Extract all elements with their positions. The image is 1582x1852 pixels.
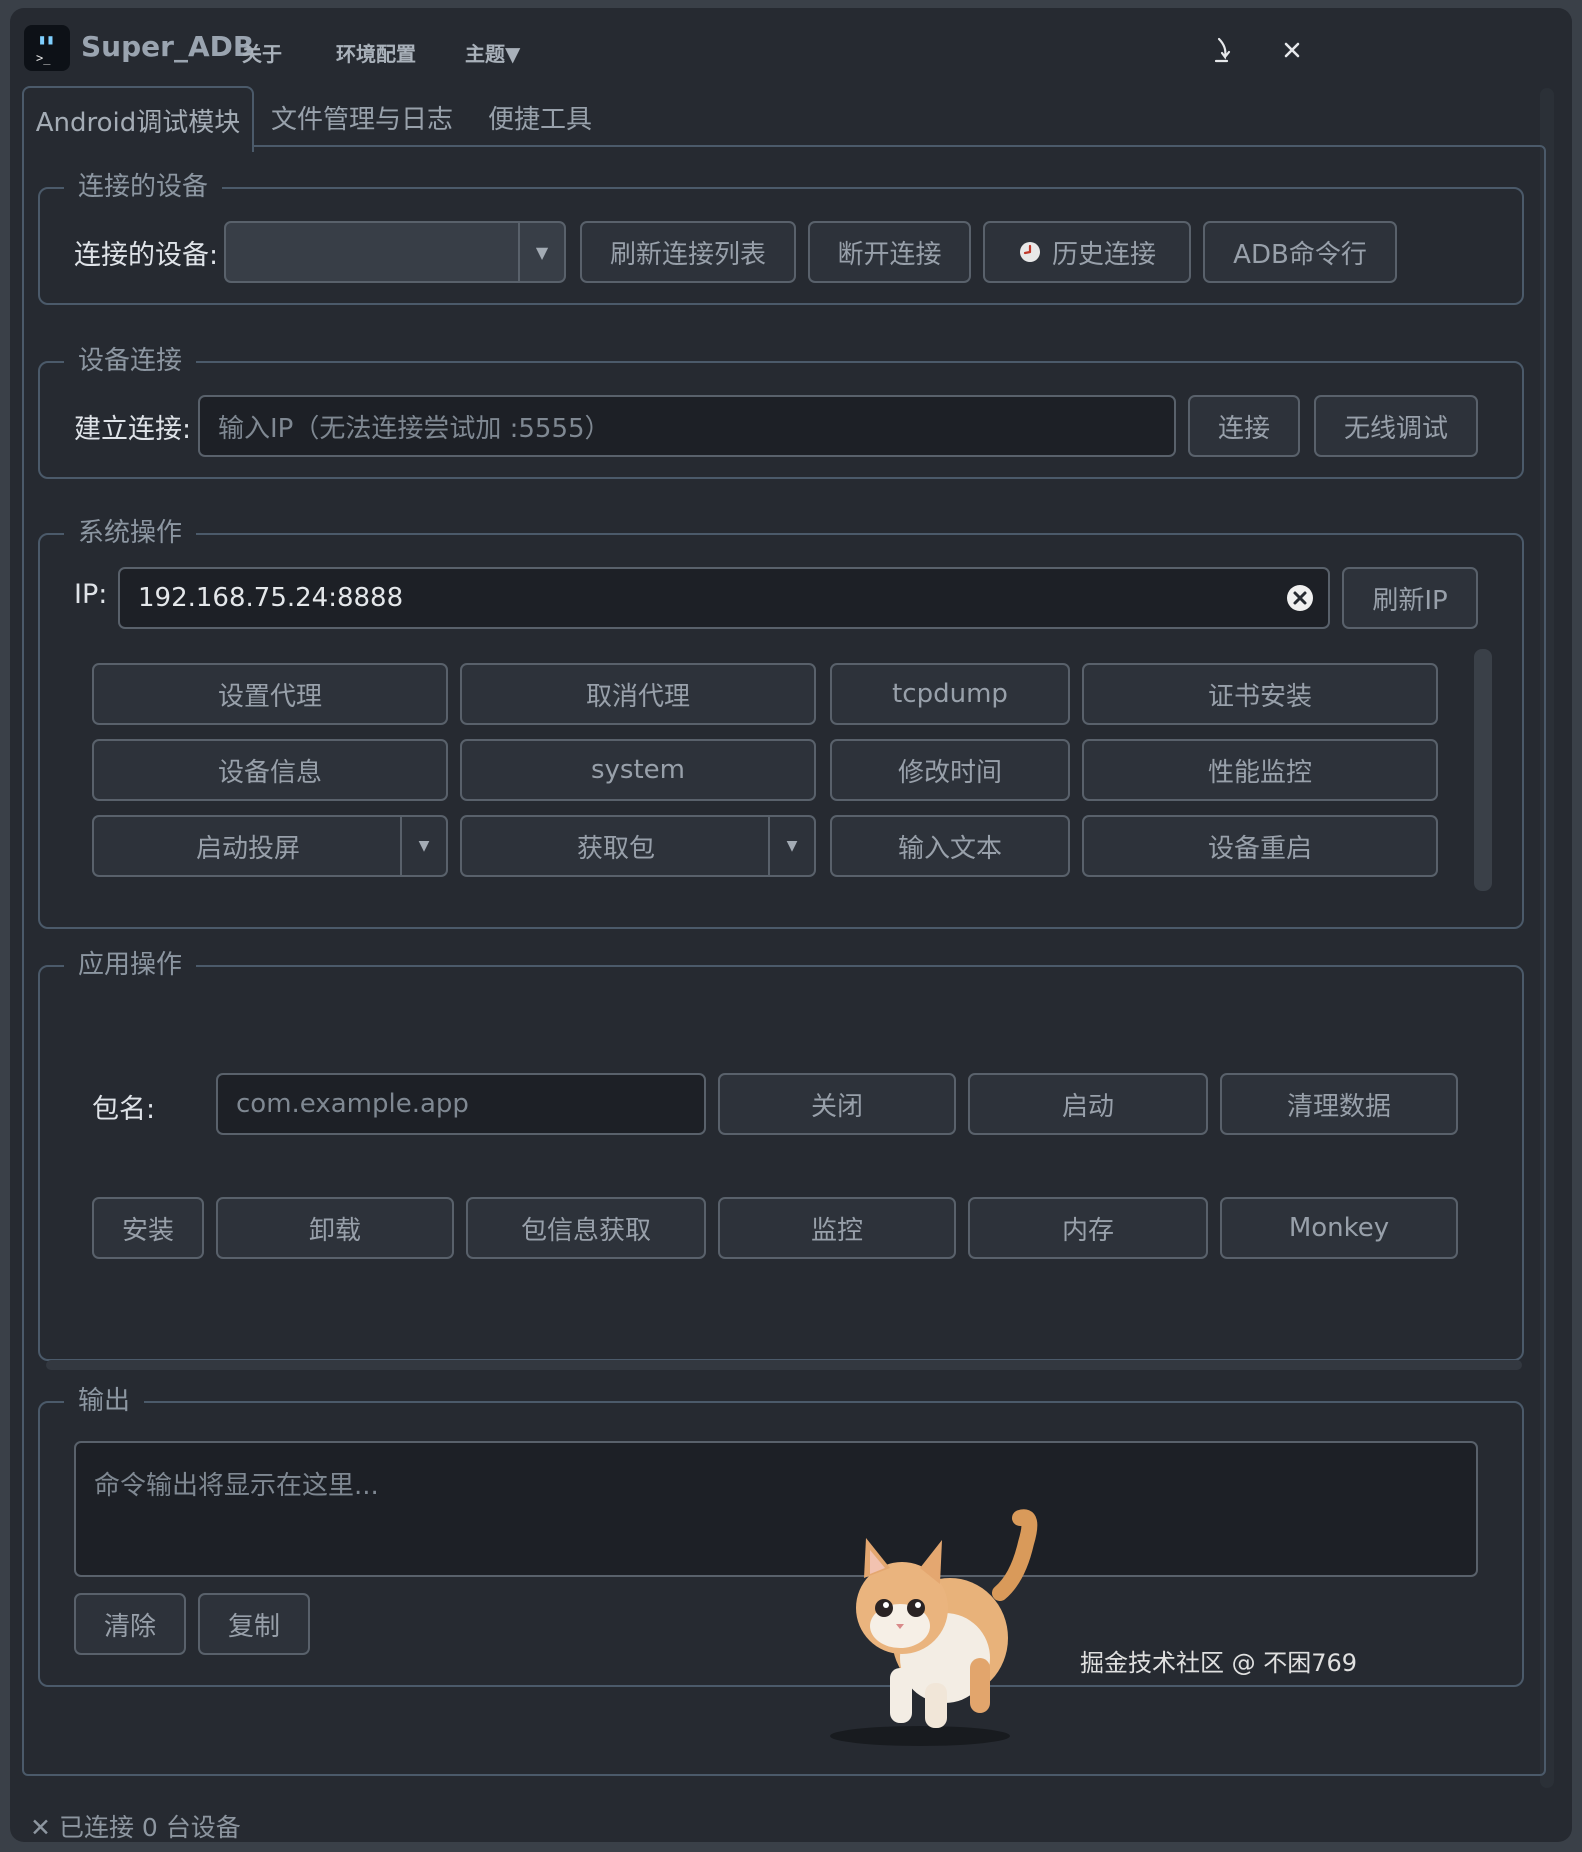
output-placeholder: 命令输出将显示在这里... <box>94 1471 379 1501</box>
system-button[interactable]: system <box>460 739 816 801</box>
clear-data-button[interactable]: 清理数据 <box>1220 1073 1458 1135</box>
clear-field-icon[interactable] <box>1286 584 1314 612</box>
kitten-image <box>830 1509 1038 1746</box>
device-info-button[interactable]: 设备信息 <box>92 739 448 801</box>
device-connect-legend: 设备连接 <box>64 341 197 381</box>
app-window: ▮▮ >_ Super_ADB 关于 环境配置 主题▼ Android调试模块 文… <box>10 8 1572 1842</box>
tab-file-log[interactable]: 文件管理与日志 <box>262 86 462 148</box>
memory-button[interactable]: 内存 <box>968 1197 1208 1259</box>
status-text: 已连接 0 台设备 <box>58 1813 241 1842</box>
app-ops-group: 应用操作 包名: com.example.app 关闭 启动 清理数据 安装 卸… <box>38 945 1524 1361</box>
refresh-ip-button[interactable]: 刷新IP <box>1342 567 1478 629</box>
history-connect-button[interactable]: 历史连接 <box>983 221 1191 283</box>
app-title: Super_ADB <box>81 30 255 63</box>
device-ip-value: 192.168.75.24:8888 <box>138 583 404 613</box>
install-cert-button[interactable]: 证书安装 <box>1082 663 1438 725</box>
input-text-button[interactable]: 输入文本 <box>830 815 1070 877</box>
device-connect-group: 设备连接 建立连接: 输入IP（无法连接尝试加 :5555） 连接 无线调试 <box>38 341 1524 479</box>
clock-icon <box>1019 242 1040 262</box>
connected-devices-label: 连接的设备: <box>74 240 219 271</box>
menu-env-config[interactable]: 环境配置 <box>336 38 416 67</box>
cancel-proxy-button[interactable]: 取消代理 <box>460 663 816 725</box>
tab-panel: 连接的设备 连接的设备: ▼ 刷新连接列表 断开连接 历史连接 ADB命令行 设… <box>22 145 1546 1776</box>
caret-down-icon[interactable]: ▼ <box>770 817 814 875</box>
wireless-debug-button[interactable]: 无线调试 <box>1314 395 1478 457</box>
ip-label: IP: <box>74 579 108 610</box>
device-select[interactable]: ▼ <box>224 221 566 283</box>
title-bar: ▮▮ >_ Super_ADB 关于 环境配置 主题▼ <box>10 8 1572 88</box>
close-icon <box>1284 42 1300 58</box>
app-logo-icon: ▮▮ >_ <box>24 25 70 71</box>
tab-quick-tools[interactable]: 便捷工具 <box>470 86 610 148</box>
system-ops-scrollbar[interactable] <box>1474 649 1492 891</box>
tcpdump-button[interactable]: tcpdump <box>830 663 1070 725</box>
package-name-label: 包名: <box>92 1094 156 1125</box>
caret-down-icon[interactable]: ▼ <box>402 817 446 875</box>
menu-about[interactable]: 关于 <box>242 38 282 67</box>
device-ip-field[interactable]: 192.168.75.24:8888 <box>118 567 1330 629</box>
screen-mirror-split-button[interactable]: 启动投屏 ▼ <box>92 815 448 877</box>
launch-app-button[interactable]: 启动 <box>968 1073 1208 1135</box>
install-button[interactable]: 安装 <box>92 1197 204 1259</box>
monkey-button[interactable]: Monkey <box>1220 1197 1458 1259</box>
connect-button[interactable]: 连接 <box>1188 395 1300 457</box>
app-ops-legend: 应用操作 <box>64 945 197 985</box>
disconnect-button[interactable]: 断开连接 <box>808 221 971 283</box>
reboot-device-button[interactable]: 设备重启 <box>1082 815 1438 877</box>
chevron-down-icon: ▼ <box>535 242 549 262</box>
tab-android-debug[interactable]: Android调试模块 <box>22 86 254 152</box>
ip-connect-placeholder: 输入IP（无法连接尝试加 :5555） <box>218 413 611 444</box>
refresh-device-list-button[interactable]: 刷新连接列表 <box>580 221 796 283</box>
copy-output-button[interactable]: 复制 <box>198 1593 310 1655</box>
monitor-button[interactable]: 监控 <box>718 1197 956 1259</box>
uninstall-button[interactable]: 卸载 <box>216 1197 454 1259</box>
output-textarea[interactable]: 命令输出将显示在这里... <box>74 1441 1478 1577</box>
ip-connect-input[interactable]: 输入IP（无法连接尝试加 :5555） <box>198 395 1176 457</box>
screen-mirror-label: 启动投屏 <box>195 833 300 864</box>
adb-command-line-button[interactable]: ADB命令行 <box>1203 221 1397 283</box>
status-bar: ✕ 已连接 0 台设备 <box>30 1808 241 1842</box>
connected-devices-legend: 连接的设备 <box>64 167 223 207</box>
system-ops-legend: 系统操作 <box>64 513 197 553</box>
history-connect-label: 历史连接 <box>1051 239 1156 270</box>
establish-connection-label: 建立连接: <box>74 414 192 445</box>
menu-theme[interactable]: 主题▼ <box>465 38 520 67</box>
horizontal-scrollbar[interactable] <box>46 1360 1522 1370</box>
close-window-button[interactable] <box>1272 30 1312 70</box>
watermark: 掘金技术社区 @ 不困769 <box>1080 1649 1358 1677</box>
disconnected-icon: ✕ <box>30 1813 51 1842</box>
minimize-icon <box>1214 37 1231 63</box>
get-package-label: 获取包 <box>576 833 655 864</box>
perf-monitor-button[interactable]: 性能监控 <box>1082 739 1438 801</box>
clear-output-button[interactable]: 清除 <box>74 1593 186 1655</box>
system-ops-group: 系统操作 IP: 192.168.75.24:8888 刷新IP 设置代理 取消… <box>38 513 1524 929</box>
package-info-button[interactable]: 包信息获取 <box>466 1197 706 1259</box>
minimize-button[interactable] <box>1204 30 1244 70</box>
get-package-split-button[interactable]: 获取包 ▼ <box>460 815 816 877</box>
package-name-input[interactable]: com.example.app <box>216 1073 706 1135</box>
package-name-placeholder: com.example.app <box>236 1089 469 1119</box>
connected-devices-group: 连接的设备 连接的设备: ▼ 刷新连接列表 断开连接 历史连接 ADB命令行 <box>38 167 1524 305</box>
close-app-button[interactable]: 关闭 <box>718 1073 956 1135</box>
set-proxy-button[interactable]: 设置代理 <box>92 663 448 725</box>
modify-time-button[interactable]: 修改时间 <box>830 739 1070 801</box>
output-legend: 输出 <box>64 1381 145 1421</box>
